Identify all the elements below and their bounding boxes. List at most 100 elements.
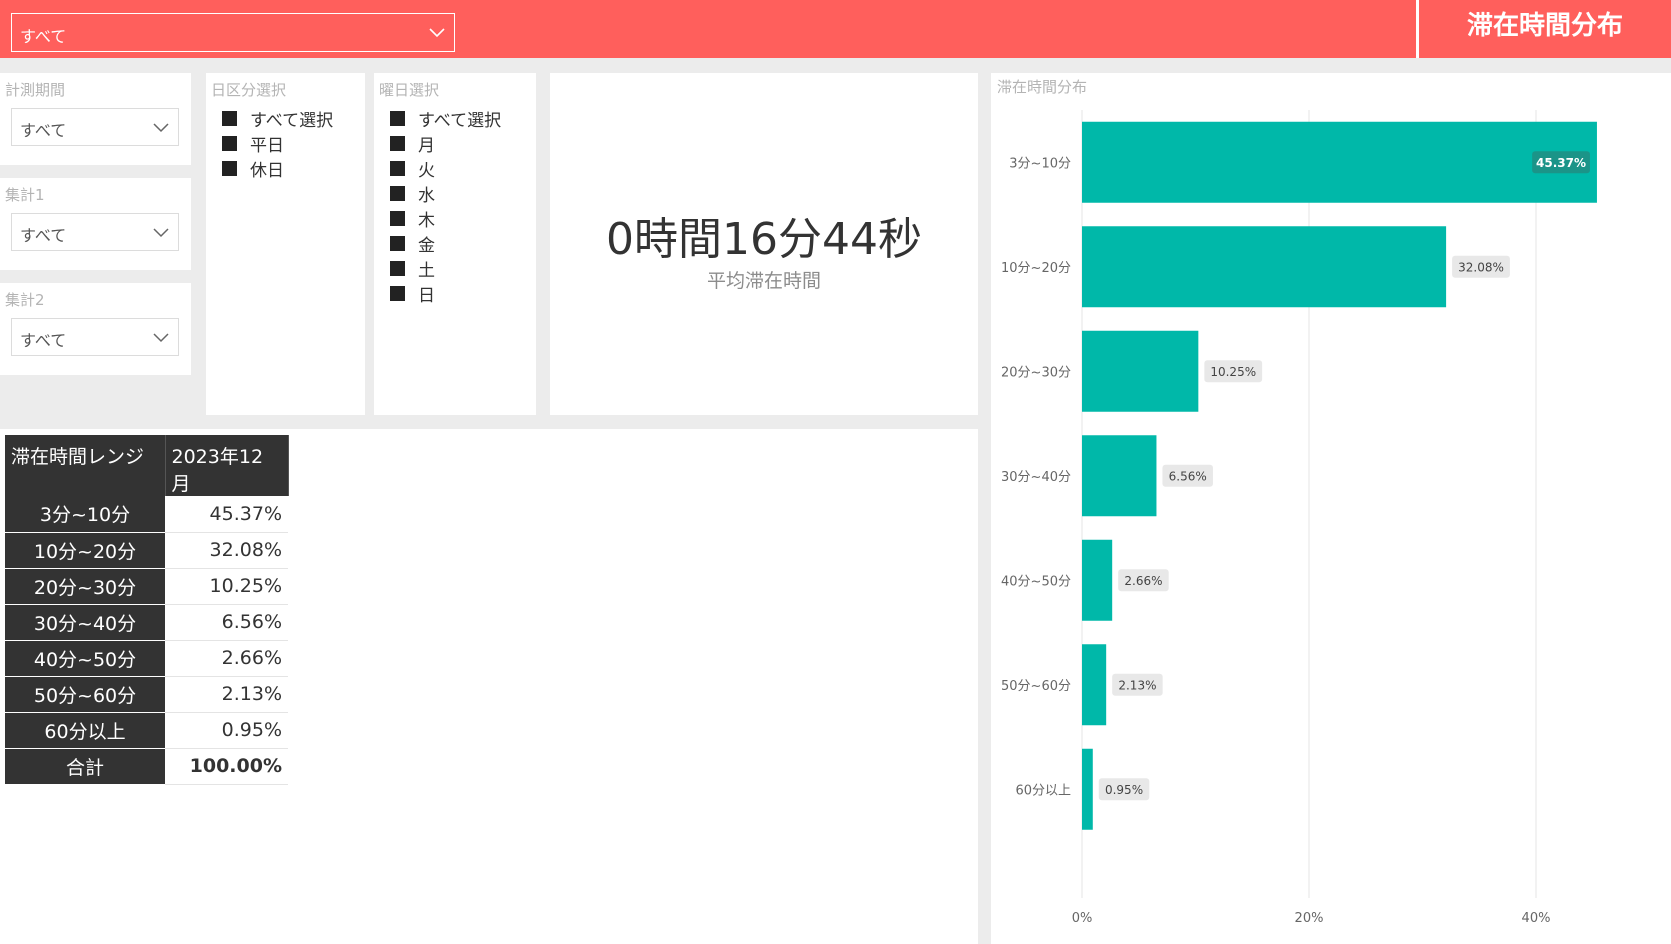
x-tick-label: 40% — [1522, 911, 1551, 926]
bar[interactable] — [1082, 644, 1107, 726]
option-label: 土 — [418, 261, 435, 281]
x-tick-label: 20% — [1295, 911, 1324, 926]
kpi-label: 平均滞在時間 — [706, 270, 821, 292]
value-cell: 2.66% — [165, 640, 288, 677]
option-label: 日 — [418, 286, 435, 306]
weekday-option[interactable]: 月 — [390, 131, 501, 156]
option-label: 木 — [418, 211, 435, 231]
column-header-range[interactable]: 滞在時間レンジ — [5, 435, 166, 496]
agg2-dropdown[interactable]: すべて — [11, 318, 179, 356]
range-cell: 10分~20分 — [5, 532, 165, 569]
value-cell: 6.56% — [165, 604, 288, 641]
day-category-option[interactable]: すべて選択 — [222, 106, 333, 131]
top-bar: すべて 滞在時間分布 — [0, 0, 1671, 58]
table-row: 3分~10分 45.37% — [5, 496, 288, 533]
data-label: 6.56% — [1169, 469, 1207, 483]
column-header-month[interactable]: 2023年12月 — [165, 435, 289, 496]
value-cell: 2.13% — [165, 676, 288, 713]
kpi-card: 0時間16分44秒 平均滞在時間 — [550, 73, 978, 415]
checkbox-icon — [222, 111, 237, 126]
chevron-down-icon — [153, 228, 169, 238]
weekday-option[interactable]: 日 — [390, 281, 501, 306]
weekday-option[interactable]: 火 — [390, 156, 501, 181]
range-cell: 20分~30分 — [5, 568, 165, 605]
bar-chart: 0% 20% 40% 3分~10分 45.37% 10分~20分 32.08% 20分~30分… — [1001, 110, 1597, 926]
bar[interactable] — [1082, 330, 1199, 412]
agg2-dropdown-value: すべて — [20, 331, 67, 350]
category-label: 20分~30分 — [1001, 365, 1071, 380]
category-label: 60分以上 — [1015, 783, 1071, 798]
chevron-down-icon — [153, 333, 169, 343]
table-row: 50分~60分 2.13% — [5, 676, 288, 713]
agg1-slicer-label: 集計1 — [5, 186, 45, 204]
bar[interactable] — [1082, 121, 1597, 203]
value-cell: 0.95% — [165, 712, 288, 749]
period-dropdown[interactable]: すべて — [11, 108, 179, 146]
agg2-slicer-panel: 集計2 すべて — [0, 283, 191, 375]
weekday-panel: 曜日選択 すべて選択 月 火 水 木 金 土 日 — [374, 73, 536, 415]
day-category-panel: 日区分選択 すべて選択 平日 休日 — [206, 73, 365, 415]
agg1-slicer-panel: 集計1 すべて — [0, 178, 191, 270]
option-label: 金 — [418, 236, 435, 256]
page-title: 滞在時間分布 — [1466, 11, 1623, 41]
checkbox-icon — [222, 136, 237, 151]
weekday-option[interactable]: すべて選択 — [390, 106, 501, 131]
option-label: すべて選択 — [250, 111, 334, 131]
checkbox-icon — [390, 261, 405, 276]
chart-panel: 滞在時間分布 0% 20% 40% 3分~10分 45.37% 10分~20分 32.08%… — [991, 73, 1671, 944]
bar[interactable] — [1082, 539, 1113, 621]
bar[interactable] — [1082, 435, 1157, 517]
option-label: 水 — [418, 186, 435, 206]
data-label: 10.25% — [1210, 365, 1256, 379]
data-label: 45.37% — [1536, 156, 1586, 170]
weekday-option[interactable]: 木 — [390, 206, 501, 231]
category-label: 40分~50分 — [1001, 574, 1071, 589]
option-label: すべて選択 — [418, 111, 502, 131]
bar[interactable] — [1082, 748, 1093, 830]
table-row: 30分~40分 6.56% — [5, 604, 288, 641]
x-tick-label: 0% — [1072, 911, 1093, 926]
table-row: 20分~30分 10.25% — [5, 568, 288, 605]
agg1-dropdown-value: すべて — [20, 226, 67, 245]
data-label: 2.66% — [1124, 574, 1162, 588]
category-label: 50分~60分 — [1001, 679, 1071, 694]
total-label-cell: 合計 — [5, 748, 165, 785]
period-slicer-label: 計測期間 — [5, 81, 66, 99]
option-label: 平日 — [250, 136, 284, 156]
day-category-option[interactable]: 休日 — [222, 156, 333, 181]
checkbox-icon — [390, 286, 405, 301]
weekday-option[interactable]: 水 — [390, 181, 501, 206]
weekday-option[interactable]: 土 — [390, 256, 501, 281]
checkbox-icon — [390, 136, 405, 151]
kpi-value: 0時間16分44秒 — [606, 214, 922, 265]
option-label: 火 — [418, 161, 435, 181]
option-label: 休日 — [250, 161, 284, 181]
top-filter-dropdown[interactable]: すべて — [11, 13, 455, 52]
weekday-option[interactable]: 金 — [390, 231, 501, 256]
checkbox-icon — [390, 236, 405, 251]
table-row: 40分~50分 2.66% — [5, 640, 288, 677]
table-row: 60分以上 0.95% — [5, 712, 288, 749]
category-label: 10分~20分 — [1001, 261, 1071, 276]
day-category-option[interactable]: 平日 — [222, 131, 333, 156]
agg1-dropdown[interactable]: すべて — [11, 213, 179, 251]
top-filter-value: すべて — [20, 27, 67, 46]
day-category-label: 日区分選択 — [211, 81, 287, 99]
category-label: 3分~10分 — [1009, 156, 1071, 171]
day-category-list: すべて選択 平日 休日 — [222, 106, 333, 181]
value-cell: 10.25% — [165, 568, 288, 605]
option-label: 月 — [418, 136, 435, 156]
range-cell: 50分~60分 — [5, 676, 165, 713]
weekday-list: すべて選択 月 火 水 木 金 土 日 — [390, 106, 501, 306]
agg2-slicer-label: 集計2 — [5, 291, 45, 309]
category-label: 30分~40分 — [1001, 470, 1071, 485]
range-table: 滞在時間レンジ 2023年12月 3分~10分 45.37% 10分~20分 32.… — [5, 435, 289, 785]
checkbox-icon — [390, 186, 405, 201]
bar[interactable] — [1082, 226, 1447, 308]
table-total-row: 合計 100.00% — [5, 748, 288, 785]
weekday-label: 曜日選択 — [379, 81, 440, 99]
table-row: 10分~20分 32.08% — [5, 532, 288, 569]
checkbox-icon — [390, 161, 405, 176]
period-dropdown-value: すべて — [20, 121, 67, 140]
value-cell: 32.08% — [165, 532, 288, 569]
